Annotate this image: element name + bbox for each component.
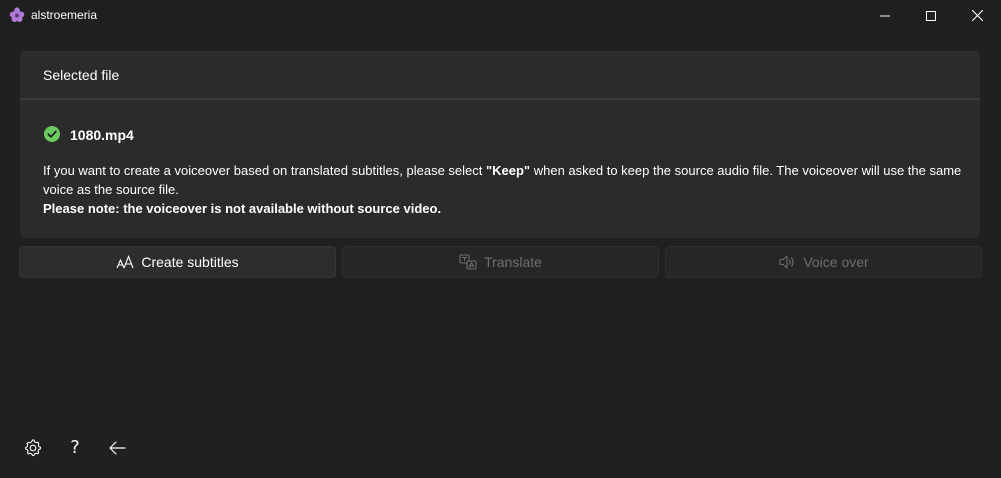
check-circle-icon	[44, 126, 60, 142]
help-button[interactable]: ?	[64, 437, 86, 459]
flower-icon	[9, 7, 25, 23]
create-subtitles-button[interactable]: Create subtitles	[19, 246, 336, 278]
info-text: If you want to create a voiceover based …	[43, 161, 963, 218]
info-note: Please note: the voiceover is not availa…	[43, 201, 442, 216]
speaker-icon	[778, 254, 796, 270]
back-arrow-icon	[109, 441, 126, 455]
translate-label: Translate	[484, 254, 542, 270]
help-icon: ?	[70, 437, 80, 458]
translate-icon	[459, 254, 477, 270]
card-divider	[21, 98, 979, 100]
font-size-icon	[116, 254, 134, 270]
info-keyword: "Keep"	[485, 163, 531, 178]
close-icon	[971, 10, 983, 21]
maximize-button[interactable]	[908, 0, 954, 31]
minimize-icon	[880, 15, 890, 16]
window-title: alstroemeria	[31, 8, 98, 22]
file-name: 1080.mp4	[70, 127, 134, 143]
settings-button[interactable]	[22, 437, 44, 459]
create-subtitles-label: Create subtitles	[141, 254, 239, 270]
voice-over-button[interactable]: Voice over	[665, 246, 982, 278]
translate-button[interactable]: Translate	[342, 246, 659, 278]
close-button[interactable]	[954, 0, 1000, 31]
voice-over-label: Voice over	[803, 254, 869, 270]
maximize-icon	[926, 10, 936, 21]
selected-file-card: Selected file 1080.mp4 If you want to cr…	[20, 51, 980, 238]
settings-icon	[25, 439, 42, 457]
info-text-start: If you want to create a voiceover based …	[43, 163, 486, 178]
title-bar: alstroemeria	[0, 0, 1001, 31]
back-button[interactable]	[106, 437, 128, 459]
minimize-button[interactable]	[862, 0, 908, 31]
card-title: Selected file	[43, 67, 120, 83]
